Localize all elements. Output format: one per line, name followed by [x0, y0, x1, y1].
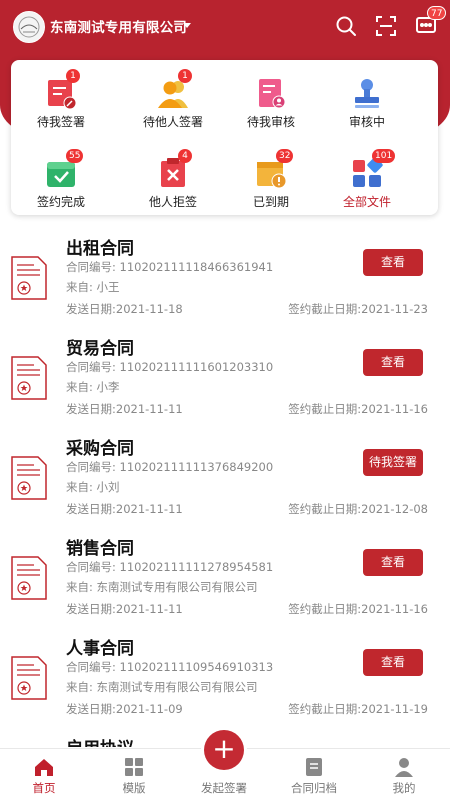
home-icon	[33, 756, 55, 778]
list-item[interactable]: 人事合同 合同编号: 110202111109546910313 来自: 东南测…	[0, 625, 450, 725]
list-item[interactable]: 贸易合同 合同编号: 110202111111601203310 来自: 小李 …	[0, 325, 450, 425]
quick-action-label: 待我签署	[36, 115, 85, 129]
tab-label: 发起签署	[201, 781, 247, 795]
quick-action-all-files[interactable]: 101 全部文件	[317, 149, 417, 210]
quick-action-label: 待我审核	[246, 115, 295, 129]
contract-document-icon	[10, 455, 48, 501]
box-alert-icon: 32	[254, 149, 294, 190]
contract-sent-date: 发送日期:2021-11-11	[66, 602, 183, 616]
contract-deadline: 签约截止日期:2021-11-16	[288, 402, 428, 416]
tab-label: 模版	[122, 781, 146, 795]
view-button[interactable]: 查看	[363, 349, 423, 376]
quick-action-in-review[interactable]: 审核中	[317, 76, 417, 130]
tab-label: 我的	[392, 781, 416, 795]
badge: 101	[372, 149, 396, 163]
quick-action-label: 签约完成	[36, 195, 85, 209]
stamp-icon	[350, 76, 384, 110]
contract-from: 来自: 小王	[66, 280, 120, 294]
quick-action-label: 待他人签署	[142, 115, 203, 129]
contract-number: 合同编号: 110202111109546910313	[66, 660, 274, 674]
contract-sent-date: 发送日期:2021-11-11	[66, 402, 183, 416]
quick-action-review-mine[interactable]: 待我审核	[221, 76, 321, 130]
quick-action-pending-mine[interactable]: 1 待我签署	[11, 69, 111, 130]
start-sign-plus-button[interactable]: +	[204, 730, 244, 770]
top-bar: 东南测试专用有限公司 77	[0, 0, 450, 52]
contract-title: 贸易合同	[66, 339, 134, 359]
tab-mine[interactable]: 我的	[364, 749, 444, 801]
contract-number: 合同编号: 110202111118466361941	[66, 260, 274, 274]
contract-from: 来自: 东南测试专用有限公司有限公司	[66, 580, 258, 594]
quick-action-rejected[interactable]: 4 他人拒签	[123, 149, 223, 210]
quick-action-completed[interactable]: 55 签约完成	[11, 149, 111, 210]
document-pen-icon: 1	[44, 69, 80, 110]
tab-archive[interactable]: 合同归档	[274, 749, 354, 801]
chevron-down-icon[interactable]	[183, 23, 191, 28]
badge: 1	[66, 69, 80, 83]
document-reject-icon: 4	[156, 149, 192, 190]
contract-document-icon	[10, 555, 48, 601]
contract-deadline: 签约截止日期:2021-12-08	[288, 502, 428, 516]
contract-title: 采购合同	[66, 439, 134, 459]
contract-document-icon	[10, 355, 48, 401]
search-icon[interactable]	[334, 14, 358, 38]
contract-number: 合同编号: 110202111111376849200	[66, 460, 274, 474]
quick-action-label: 他人拒签	[148, 195, 197, 209]
contract-list[interactable]: 出租合同 合同编号: 110202111118466361941 来自: 小王 …	[0, 225, 450, 747]
tab-templates[interactable]: 模版	[94, 749, 174, 801]
view-button[interactable]: 查看	[363, 649, 423, 676]
quick-action-label: 已到期	[252, 195, 289, 209]
contract-sent-date: 发送日期:2021-11-18	[66, 302, 183, 316]
tab-home[interactable]: 首页	[4, 749, 84, 801]
tab-label: 合同归档	[291, 781, 337, 795]
template-grid-icon	[123, 756, 145, 778]
quick-action-card: 1 待我签署 1 待他人签署 待我审核 审核中 55 签约完成 4 他人拒签 3…	[11, 60, 438, 215]
contract-deadline: 签约截止日期:2021-11-23	[288, 302, 428, 316]
quick-action-expired[interactable]: 32 已到期	[221, 149, 321, 210]
contract-from: 来自: 小刘	[66, 480, 120, 494]
notification-badge: 77	[427, 6, 447, 20]
badge: 1	[178, 69, 192, 83]
archive-document-icon	[303, 756, 325, 778]
contract-title: 启用协议	[66, 734, 134, 747]
tab-label: 首页	[32, 781, 56, 795]
company-logo-icon[interactable]	[13, 11, 45, 43]
contract-from: 来自: 小李	[66, 380, 120, 394]
user-icon	[393, 756, 415, 778]
contract-title: 销售合同	[66, 539, 134, 559]
apps-grid-icon: 101	[350, 149, 396, 190]
contract-sent-date: 发送日期:2021-11-09	[66, 702, 183, 716]
view-button[interactable]: 查看	[363, 249, 423, 276]
view-button[interactable]: 查看	[363, 549, 423, 576]
sign-button[interactable]: 待我签署	[363, 449, 423, 476]
list-item[interactable]: 采购合同 合同编号: 110202111111376849200 来自: 小刘 …	[0, 425, 450, 525]
list-item[interactable]: 出租合同 合同编号: 110202111118466361941 来自: 小王 …	[0, 225, 450, 325]
contract-title: 人事合同	[66, 639, 134, 659]
scan-icon[interactable]	[374, 14, 398, 38]
contract-document-icon	[10, 655, 48, 701]
contract-sent-date: 发送日期:2021-11-11	[66, 502, 183, 516]
quick-action-pending-others[interactable]: 1 待他人签署	[123, 69, 223, 130]
contract-number: 合同编号: 110202111111278954581	[66, 560, 274, 574]
badge: 32	[276, 149, 294, 163]
contract-deadline: 签约截止日期:2021-11-19	[288, 702, 428, 716]
contract-document-icon	[10, 255, 48, 301]
user-group-icon: 1	[156, 69, 192, 110]
quick-action-label: 全部文件	[342, 195, 391, 209]
contract-from: 来自: 东南测试专用有限公司有限公司	[66, 680, 258, 694]
quick-action-label: 审核中	[348, 115, 385, 129]
contract-deadline: 签约截止日期:2021-11-16	[288, 602, 428, 616]
badge: 55	[66, 149, 84, 163]
badge: 4	[178, 149, 192, 163]
document-user-icon	[254, 76, 288, 110]
contract-number: 合同编号: 110202111111601203310	[66, 360, 274, 374]
list-item[interactable]: 销售合同 合同编号: 110202111111278954581 来自: 东南测…	[0, 525, 450, 625]
folder-check-icon: 55	[44, 149, 84, 190]
company-name[interactable]: 东南测试专用有限公司	[50, 16, 187, 36]
contract-title: 出租合同	[66, 239, 134, 259]
